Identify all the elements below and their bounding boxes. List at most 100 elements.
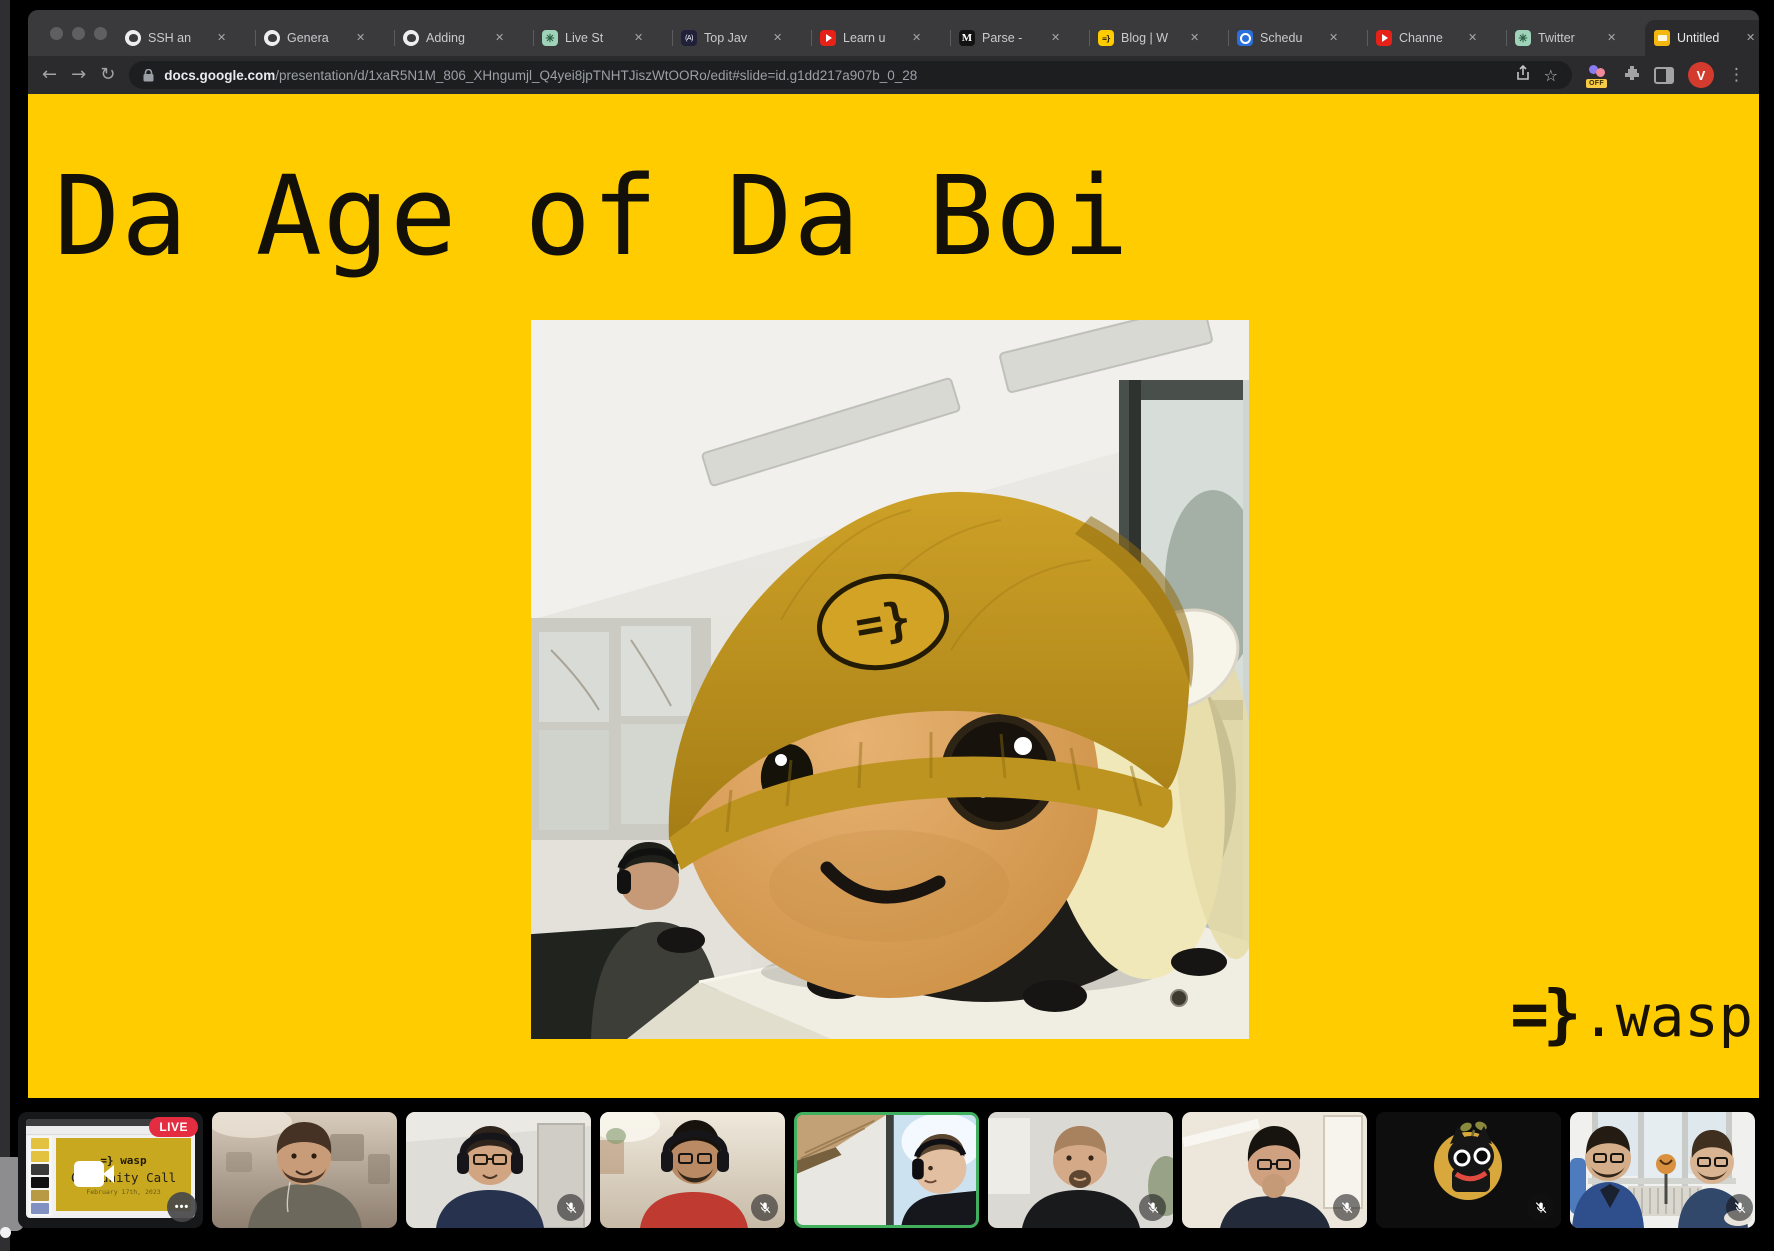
browser-window: SSH an✕Genera✕Adding✕Live St✕Top Jav✕Lea…	[28, 10, 1759, 1098]
mic-muted-icon	[557, 1194, 584, 1221]
browser-menu-icon[interactable]: ⋮	[1728, 65, 1745, 85]
url-domain: docs.google.com	[164, 68, 275, 83]
mic-muted-icon	[751, 1194, 778, 1221]
wasp-logo: =}.wasp	[1510, 978, 1753, 1052]
knot-green-favicon	[542, 30, 558, 46]
thumbnail-screen-share[interactable]: =} wasp Community Call February 17th, 20…	[18, 1112, 203, 1228]
tab-learn-u[interactable]: Learn u ✕	[811, 20, 950, 56]
screen: SSH an✕Genera✕Adding✕Live St✕Top Jav✕Lea…	[0, 0, 1774, 1251]
bookmark-star-icon[interactable]: ☆	[1544, 66, 1558, 85]
mic-muted-icon	[1726, 1194, 1753, 1221]
forward-button[interactable]: →	[71, 66, 86, 84]
tab-blog-w[interactable]: Blog | W ✕	[1089, 20, 1228, 56]
tab-channe[interactable]: Channe ✕	[1367, 20, 1506, 56]
tab-adding[interactable]: Adding ✕	[394, 20, 533, 56]
youtube-favicon	[1376, 30, 1392, 46]
wasp-logo-mark: =}	[1510, 978, 1575, 1052]
mini-slide-date: February 17th, 2023	[86, 1188, 160, 1196]
tab-label: Parse -	[982, 31, 1044, 45]
browser-toolbar: ← → ↻ docs.google.com/presentation/d/1xa…	[28, 56, 1759, 94]
knot-green-favicon	[1515, 30, 1531, 46]
share-icon[interactable]	[1516, 65, 1530, 86]
tab-label: Twitter	[1538, 31, 1600, 45]
participant-filmstrip: =} wasp Community Call February 17th, 20…	[18, 1112, 1755, 1228]
tab-close-icon[interactable]: ✕	[495, 33, 504, 44]
tab-schedu[interactable]: Schedu ✕	[1228, 20, 1367, 56]
desktop-edge	[0, 0, 10, 1251]
tab-close-icon[interactable]: ✕	[1607, 33, 1616, 44]
tab-untitled[interactable]: Untitled ✕	[1645, 20, 1759, 56]
lock-icon[interactable]	[143, 69, 154, 82]
side-panel-icon[interactable]	[1654, 67, 1674, 84]
tab-label: SSH an	[148, 31, 210, 45]
desktop-dot	[0, 1227, 11, 1238]
tab-strip: SSH an✕Genera✕Adding✕Live St✕Top Jav✕Lea…	[116, 20, 1703, 56]
back-button[interactable]: ←	[42, 66, 57, 84]
thumbnail-more-button[interactable]: •••	[167, 1192, 197, 1222]
medium-favicon	[959, 30, 975, 46]
github-favicon	[264, 30, 280, 46]
slides-favicon	[1654, 30, 1670, 46]
tab-close-icon[interactable]: ✕	[1329, 33, 1338, 44]
github-favicon	[125, 30, 141, 46]
github-favicon	[403, 30, 419, 46]
tab-bar: SSH an✕Genera✕Adding✕Live St✕Top Jav✕Lea…	[28, 10, 1759, 56]
window-close-button[interactable]	[50, 27, 63, 40]
thumbnail-participant-3[interactable]	[406, 1112, 591, 1228]
thumbnail-participant-2[interactable]	[212, 1112, 397, 1228]
academind-favicon	[681, 30, 697, 46]
url-path: /presentation/d/1xaR5N1M_806_XHngumjl_Q4…	[275, 68, 917, 83]
tab-close-icon[interactable]: ✕	[217, 33, 226, 44]
thumbnail-participant-9-pair[interactable]	[1570, 1112, 1755, 1228]
tab-label: Untitled	[1677, 31, 1739, 45]
extension-off-icon[interactable]: OFF	[1586, 63, 1610, 87]
tab-label: Blog | W	[1121, 31, 1183, 45]
tab-parse[interactable]: Parse - ✕	[950, 20, 1089, 56]
tab-close-icon[interactable]: ✕	[356, 33, 365, 44]
tab-top-jav[interactable]: Top Jav ✕	[672, 20, 811, 56]
thumbnail-participant-6[interactable]	[988, 1112, 1173, 1228]
window-controls	[50, 27, 107, 40]
tab-label: Channe	[1399, 31, 1461, 45]
tab-twitter[interactable]: Twitter ✕	[1506, 20, 1645, 56]
thumbnail-participant-5-speaking[interactable]	[794, 1112, 979, 1228]
presentation-slide: Da Age of Da Boi	[28, 94, 1759, 1098]
thumbnail-participant-7[interactable]	[1182, 1112, 1367, 1228]
thumbnail-participant-4[interactable]	[600, 1112, 785, 1228]
tab-genera[interactable]: Genera ✕	[255, 20, 394, 56]
thumbnail-participant-8-camera-off[interactable]	[1376, 1112, 1561, 1228]
tab-label: Genera	[287, 31, 349, 45]
url-text: docs.google.com/presentation/d/1xaR5N1M_…	[164, 68, 917, 83]
tab-close-icon[interactable]: ✕	[912, 33, 921, 44]
beanie-patch-logo: =}	[851, 591, 915, 654]
camera-overlay-icon	[74, 1161, 114, 1187]
mic-muted-icon	[1333, 1194, 1360, 1221]
tab-live-st[interactable]: Live St ✕	[533, 20, 672, 56]
tab-close-icon[interactable]: ✕	[1051, 33, 1060, 44]
tab-label: Learn u	[843, 31, 905, 45]
tab-close-icon[interactable]: ✕	[1468, 33, 1477, 44]
youtube-favicon	[820, 30, 836, 46]
tab-label: Live St	[565, 31, 627, 45]
wasp-favicon	[1098, 30, 1114, 46]
extensions-puzzle-icon[interactable]	[1624, 65, 1640, 86]
extension-badge: OFF	[1586, 79, 1607, 88]
window-minimize-button[interactable]	[72, 27, 85, 40]
live-badge: LIVE	[149, 1117, 198, 1137]
profile-avatar[interactable]: V	[1688, 62, 1714, 88]
window-zoom-button[interactable]	[94, 27, 107, 40]
tab-close-icon[interactable]: ✕	[1746, 33, 1755, 44]
bee-plush-photo: =}	[531, 320, 1249, 1039]
mic-muted-icon	[1527, 1194, 1554, 1221]
tab-close-icon[interactable]: ✕	[773, 33, 782, 44]
calendar-blue-favicon	[1237, 30, 1253, 46]
tab-label: Adding	[426, 31, 488, 45]
address-bar[interactable]: docs.google.com/presentation/d/1xaR5N1M_…	[129, 61, 1572, 89]
tab-label: Top Jav	[704, 31, 766, 45]
reload-button[interactable]: ↻	[100, 66, 115, 84]
tab-ssh-an[interactable]: SSH an ✕	[116, 20, 255, 56]
tab-close-icon[interactable]: ✕	[634, 33, 643, 44]
tab-label: Schedu	[1260, 31, 1322, 45]
wasp-logo-word: .wasp	[1581, 984, 1753, 1050]
tab-close-icon[interactable]: ✕	[1190, 33, 1199, 44]
